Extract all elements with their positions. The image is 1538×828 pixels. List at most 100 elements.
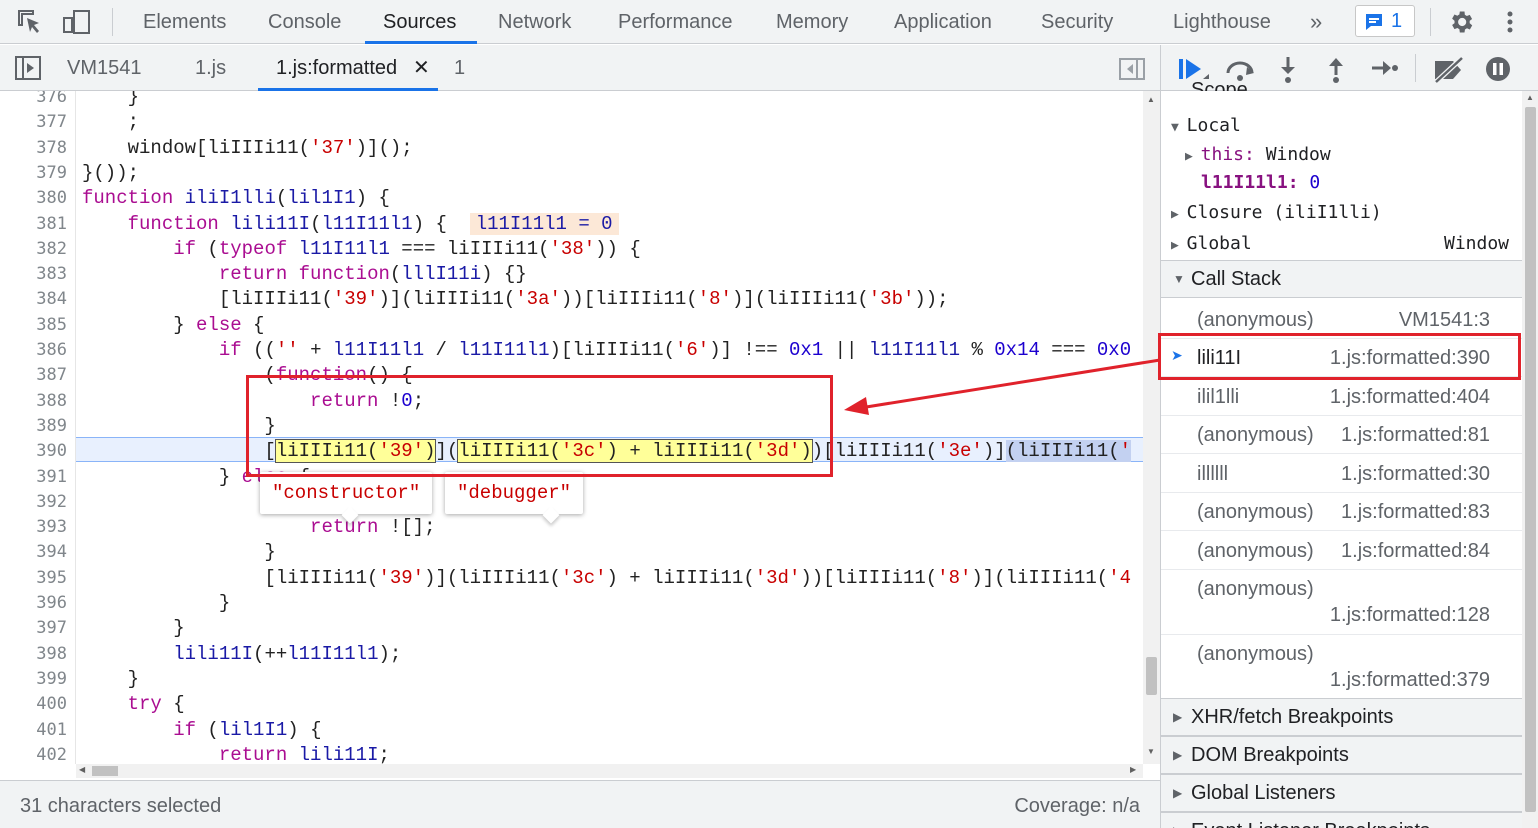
eval-popover-constructor: "constructor"	[260, 472, 433, 524]
line-number[interactable]: 402	[36, 743, 67, 764]
line-number[interactable]: 396	[36, 591, 67, 616]
frame-location[interactable]: VM1541:3	[1399, 309, 1490, 332]
line-number[interactable]: 390	[36, 439, 67, 464]
code-line: function lili11I(l11I11l1) { l11I11l1 = …	[82, 212, 619, 237]
tab-console[interactable]: Console	[268, 0, 341, 44]
scrollbar-thumb[interactable]	[1146, 657, 1157, 695]
frame-location[interactable]: 1.js:formatted:379	[1330, 669, 1490, 692]
scope-variable[interactable]: l11I11l1: 0	[1201, 172, 1320, 193]
selection-status: 31 characters selected	[20, 795, 222, 817]
tab-application[interactable]: Application	[894, 0, 992, 44]
line-number[interactable]: 379	[36, 161, 67, 186]
line-number-gutter[interactable]: 376 377 378 379 380 381 382 383 384 385 386 387 388 3…	[0, 91, 76, 764]
code-line: function iliI1lli(lil1I1) {	[82, 187, 390, 210]
tab-performance[interactable]: Performance	[618, 0, 733, 44]
line-number[interactable]: 395	[36, 566, 67, 591]
step-into-icon[interactable]	[1275, 55, 1301, 85]
line-number[interactable]: 388	[36, 389, 67, 414]
line-number[interactable]: 389	[36, 414, 67, 439]
line-number[interactable]: 380	[36, 186, 67, 211]
step-icon[interactable]	[1369, 55, 1399, 85]
call-stack-frame[interactable]: (anonymous) 1.js:formatted:84	[1161, 532, 1522, 570]
frame-location[interactable]: 1.js:formatted:84	[1341, 540, 1490, 563]
tab-elements[interactable]: Elements	[143, 0, 226, 44]
call-stack-header[interactable]: ▼ Call Stack	[1161, 260, 1522, 298]
global-listeners-header[interactable]: ▶ Global Listeners	[1161, 774, 1522, 812]
line-number[interactable]: 378	[36, 136, 67, 161]
file-tab-1[interactable]: 1	[454, 45, 465, 91]
line-number[interactable]: 400	[36, 692, 67, 717]
chevron-double-right-icon[interactable]: »	[1310, 0, 1322, 44]
scope-local[interactable]: ▼ Local	[1171, 115, 1241, 136]
scope-this[interactable]: ▶ this: Window	[1185, 144, 1331, 165]
issues-button[interactable]: 1	[1355, 5, 1415, 37]
frame-location[interactable]: 1.js:formatted:404	[1330, 386, 1490, 409]
scrollbar-thumb[interactable]	[1525, 107, 1536, 812]
frame-name: (anonymous)	[1197, 540, 1314, 562]
xhr-breakpoints-header[interactable]: ▶ XHR/fetch Breakpoints	[1161, 698, 1522, 736]
tab-sources[interactable]: Sources	[383, 0, 456, 44]
frame-location[interactable]: 1.js:formatted:83	[1341, 501, 1490, 524]
line-number[interactable]: 384	[36, 287, 67, 312]
code-line: }	[82, 91, 140, 108]
frame-location[interactable]: 1.js:formatted:30	[1341, 463, 1490, 486]
code-line: return lili11I;	[218, 743, 390, 764]
device-toggle-icon[interactable]	[62, 8, 92, 36]
toggle-debugger-icon[interactable]	[1118, 57, 1146, 81]
file-tab-1js[interactable]: 1.js	[195, 45, 226, 91]
scrollbar-thumb[interactable]	[92, 766, 118, 776]
call-stack-frame[interactable]: (anonymous) 1.js:formatted:379	[1161, 635, 1522, 700]
step-out-icon[interactable]	[1323, 55, 1349, 85]
line-number[interactable]: 391	[36, 465, 67, 490]
line-number[interactable]: 382	[36, 237, 67, 262]
code-line: if (lil1I1) {	[173, 718, 322, 741]
event-listener-breakpoints-header[interactable]: ▶Event Listener Breakpoints	[1161, 812, 1522, 828]
line-number[interactable]: 393	[36, 515, 67, 540]
line-number[interactable]: 383	[36, 262, 67, 287]
line-number[interactable]: 385	[36, 313, 67, 338]
line-number[interactable]: 399	[36, 667, 67, 692]
line-number[interactable]: 386	[36, 338, 67, 363]
close-icon[interactable]: ✕	[413, 45, 430, 91]
tab-memory[interactable]: Memory	[776, 0, 848, 44]
frame-location[interactable]: 1.js:formatted:81	[1341, 424, 1490, 447]
tab-security[interactable]: Security	[1041, 0, 1113, 44]
line-number[interactable]: 401	[36, 718, 67, 743]
code-line: ;	[82, 111, 140, 134]
line-number[interactable]: 392	[36, 490, 67, 515]
toggle-navigator-icon[interactable]	[14, 55, 42, 81]
kebab-menu-icon[interactable]	[1500, 8, 1520, 36]
line-number[interactable]: 376	[36, 91, 67, 110]
scope-global[interactable]: ▶ Global	[1171, 233, 1252, 254]
pause-on-exceptions-icon[interactable]	[1483, 55, 1513, 85]
scope-closure[interactable]: ▶ Closure (iliI1lli)	[1171, 202, 1382, 223]
tab-lighthouse[interactable]: Lighthouse	[1173, 0, 1271, 44]
call-stack-frame[interactable]: (anonymous) 1.js:formatted:81	[1161, 416, 1522, 454]
call-stack-frame[interactable]: (anonymous) 1.js:formatted:128	[1161, 570, 1522, 635]
sidebar-scrollbar[interactable]: ▲	[1522, 91, 1538, 828]
frame-location[interactable]: 1.js:formatted:128	[1330, 604, 1490, 627]
line-number[interactable]: 377	[36, 110, 67, 135]
cursor-select-icon[interactable]	[16, 8, 44, 36]
frame-name: ilil1lli	[1197, 386, 1240, 408]
editor-horizontal-scrollbar[interactable]: ◀ ▶	[76, 764, 1143, 778]
file-tab-vm1541[interactable]: VM1541	[67, 45, 142, 91]
line-number[interactable]: 387	[36, 363, 67, 388]
line-number[interactable]: 394	[36, 540, 67, 565]
main-toolbar: Elements Console Sources Network Perform…	[0, 0, 1538, 44]
line-number[interactable]: 381	[36, 212, 67, 237]
call-stack-frame[interactable]: (anonymous) 1.js:formatted:83	[1161, 493, 1522, 531]
debugger-sidebar: Scope ▼ Local ▶ this: Window l11I11l1: 0…	[1160, 45, 1538, 828]
call-stack-frame[interactable]: illllll 1.js:formatted:30	[1161, 455, 1522, 493]
call-stack-frame[interactable]: ilil1lli 1.js:formatted:404	[1161, 378, 1522, 416]
issues-count: 1	[1391, 10, 1403, 32]
status-bar: 31 characters selected Coverage: n/a	[0, 780, 1160, 828]
deactivate-breakpoints-icon[interactable]	[1431, 55, 1467, 85]
file-tab-1js-formatted[interactable]: 1.js:formatted	[276, 45, 397, 91]
editor-vertical-scrollbar[interactable]: ▲ ▼	[1143, 91, 1160, 764]
line-number[interactable]: 398	[36, 642, 67, 667]
dom-breakpoints-header[interactable]: ▶ DOM Breakpoints	[1161, 736, 1522, 774]
line-number[interactable]: 397	[36, 616, 67, 641]
tab-network[interactable]: Network	[498, 0, 571, 44]
gear-icon[interactable]	[1447, 8, 1475, 36]
